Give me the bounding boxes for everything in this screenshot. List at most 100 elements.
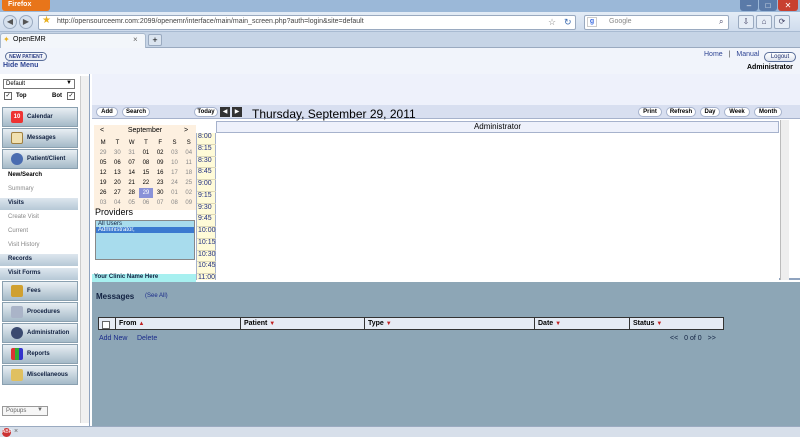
providers-list[interactable]: All Users Administrator, <box>95 220 195 260</box>
tab-close-icon[interactable]: × <box>133 35 138 44</box>
time-slot-label[interactable]: 8:30 <box>197 157 216 169</box>
search-input[interactable]: Google <box>584 15 729 30</box>
column-from[interactable]: From ▲ <box>116 318 241 330</box>
add-new-message-link[interactable]: Add New <box>99 335 127 342</box>
hide-menu-link[interactable]: Hide Menu <box>3 62 38 69</box>
firefox-menu-button[interactable]: Firefox <box>2 0 50 11</box>
nav-create-visit[interactable]: Create Visit <box>0 212 78 224</box>
month-view-button[interactable]: Month <box>754 107 782 117</box>
mini-next-month[interactable]: > <box>184 127 188 134</box>
pager-next[interactable]: >> <box>708 335 716 342</box>
top-checkbox[interactable]: ✓ <box>4 92 12 100</box>
nav-visit-history[interactable]: Visit History <box>0 240 78 252</box>
browser-tab[interactable]: ✦ OpenEMR × <box>0 33 146 48</box>
schedule-grid[interactable] <box>216 133 779 280</box>
manual-link[interactable]: Manual <box>736 51 759 58</box>
pager-prev[interactable]: << <box>670 335 678 342</box>
search-events-button[interactable]: Search <box>122 107 150 117</box>
nav-miscellaneous[interactable]: Miscellaneous <box>2 365 78 385</box>
nav-patient-client[interactable]: Patient/Client <box>2 149 78 169</box>
time-slot-label[interactable]: 10:15 <box>197 239 216 251</box>
time-slot-label[interactable]: 9:45 <box>197 215 216 227</box>
bar-chart-icon <box>11 348 23 360</box>
sort-icon: ▲ <box>138 321 145 327</box>
adblock-icon[interactable]: ABP <box>2 428 12 437</box>
column-type[interactable]: Type ▼ <box>365 318 535 330</box>
nav-procedures[interactable]: Procedures <box>2 302 78 322</box>
nav-records[interactable]: Records <box>0 254 78 266</box>
see-all-link[interactable]: (See All) <box>145 293 168 299</box>
browser-title-bar: Firefox – □ ✕ <box>0 0 800 12</box>
add-event-button[interactable]: Add <box>96 107 118 117</box>
nav-administration-label: Administration <box>27 330 70 336</box>
time-slot-label[interactable]: 8:15 <box>197 145 216 157</box>
delete-message-link[interactable]: Delete <box>137 335 157 342</box>
time-slot-label[interactable]: 10:45 <box>197 262 216 274</box>
column-date[interactable]: Date ▼ <box>535 318 630 330</box>
time-slot-label[interactable]: 10:30 <box>197 251 216 263</box>
mini-calendar-week: 19 20 21 22 23 24 25 <box>96 177 196 187</box>
mini-prev-month[interactable]: < <box>100 127 104 134</box>
column-patient[interactable]: Patient ▼ <box>241 318 365 330</box>
column-status[interactable]: Status ▼ <box>630 318 724 330</box>
close-icon[interactable]: ✕ <box>778 0 798 11</box>
bot-checkbox[interactable]: ✓ <box>67 92 75 100</box>
time-slot-label[interactable]: 9:15 <box>197 192 216 204</box>
nav-fees[interactable]: Fees <box>2 281 78 301</box>
tab-title: OpenEMR <box>13 36 46 43</box>
nav-scrollbar[interactable] <box>80 76 89 423</box>
mini-calendar-day[interactable]: 06 <box>139 198 153 208</box>
today-button[interactable]: Today <box>194 107 218 117</box>
star-outline-icon[interactable]: ☆ <box>548 17 556 28</box>
select-all-checkbox[interactable] <box>99 318 116 330</box>
time-slot-label[interactable]: 9:00 <box>197 180 216 192</box>
logout-button[interactable]: Logout <box>764 52 796 62</box>
next-day-icon[interactable]: ▶ <box>232 107 242 117</box>
time-slot-label[interactable]: 8:00 <box>197 133 216 145</box>
refresh-button[interactable]: Refresh <box>666 107 696 117</box>
home-icon[interactable]: ⌂ <box>756 15 772 29</box>
home-link[interactable]: Home <box>704 51 723 58</box>
time-slot-label[interactable]: 9:30 <box>197 204 216 216</box>
provider-option[interactable]: Administrator, <box>96 227 194 233</box>
column-from-label: From <box>119 320 137 327</box>
mini-calendar-day[interactable]: 07 <box>153 198 167 208</box>
nav-visit-forms[interactable]: Visit Forms <box>0 268 78 280</box>
new-tab-button[interactable]: + <box>148 34 162 46</box>
column-type-label: Type <box>368 320 384 327</box>
calendar-toolbar: Add Search Today ◀ ▶ Print Refresh Day W… <box>92 105 800 119</box>
calendar-scrollbar[interactable] <box>780 120 789 280</box>
url-bar[interactable]: http://opensourceemr.com:2099/openemr/in… <box>38 15 576 30</box>
status-close-icon[interactable]: × <box>14 428 18 435</box>
reload-icon[interactable]: ↻ <box>564 17 572 28</box>
nav-current[interactable]: Current <box>0 226 78 238</box>
time-slot-label[interactable]: 10:00 <box>197 227 216 239</box>
back-icon[interactable]: ◀ <box>3 15 17 29</box>
sync-icon[interactable]: ⟳ <box>774 15 790 29</box>
bookmark-star-icon[interactable]: ★ <box>42 15 51 26</box>
day-view-button[interactable]: Day <box>700 107 720 117</box>
minimize-icon[interactable]: – <box>740 0 758 11</box>
week-view-button[interactable]: Week <box>724 107 750 117</box>
nav-reports[interactable]: Reports <box>2 344 78 364</box>
time-slot-label[interactable]: 8:45 <box>197 168 216 180</box>
popups-select[interactable]: Popups ▼ <box>2 406 48 416</box>
mini-calendar-day[interactable]: 08 <box>167 198 181 208</box>
nav-calendar[interactable]: 10 Calendar <box>2 107 78 127</box>
new-patient-button[interactable]: NEW PATIENT <box>5 52 47 61</box>
nav-summary[interactable]: Summary <box>0 184 78 196</box>
mini-calendar-day[interactable]: 09 <box>182 198 196 208</box>
nav-administration[interactable]: Administration <box>2 323 78 343</box>
forward-icon[interactable]: ▶ <box>19 15 33 29</box>
google-icon[interactable]: g <box>587 17 597 27</box>
column-date-label: Date <box>538 320 554 327</box>
print-button[interactable]: Print <box>638 107 662 117</box>
search-icon[interactable]: ⌕ <box>719 17 723 27</box>
nav-new-search[interactable]: New/Search <box>0 170 78 182</box>
maximize-icon[interactable]: □ <box>759 0 777 11</box>
prev-day-icon[interactable]: ◀ <box>220 107 230 117</box>
download-icon[interactable]: ⇩ <box>738 15 754 29</box>
nav-messages[interactable]: Messages <box>2 128 78 148</box>
menu-profile-select[interactable]: Default ▼ <box>3 79 75 89</box>
nav-visits[interactable]: Visits <box>0 198 78 210</box>
